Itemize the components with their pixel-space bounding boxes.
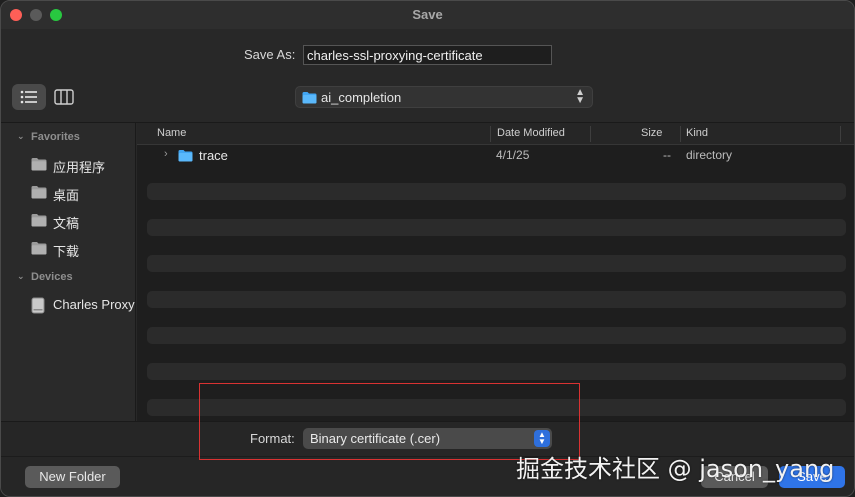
file-size: --: [663, 148, 671, 162]
sidebar-item-label: 文稿: [53, 216, 80, 231]
column-view-icon: [54, 89, 74, 105]
table-row[interactable]: › trace 4/1/25 -- directory: [147, 146, 846, 165]
empty-row-stripe: [147, 363, 846, 380]
column-header-kind[interactable]: Kind: [686, 127, 708, 139]
folder-icon: [178, 150, 193, 162]
disclosure-chevron-icon[interactable]: ›: [164, 148, 168, 160]
column-header-row: Name Date Modified Size Kind: [137, 123, 854, 145]
save-as-label: Save As:: [244, 47, 296, 62]
sidebar-item-label: 应用程序: [53, 160, 106, 175]
sidebar-item-label: 桌面: [53, 188, 80, 203]
devices-header[interactable]: ⌄ Devices: [17, 271, 73, 283]
new-folder-button[interactable]: New Folder: [25, 466, 120, 488]
empty-row-stripe: [147, 183, 846, 200]
column-divider[interactable]: [590, 126, 591, 142]
chevron-down-icon: ⌄: [17, 131, 25, 141]
save-dialog: Save Save As: ai_completion ▲▼ ⌄: [0, 0, 855, 497]
sidebar-item-applications[interactable]: 应用程序: [31, 155, 136, 175]
title-bar: Save: [1, 1, 854, 29]
folder-icon: [31, 214, 47, 227]
empty-row-stripe: [147, 255, 846, 272]
column-divider[interactable]: [490, 126, 491, 142]
sidebar-item-downloads[interactable]: 下载: [31, 239, 136, 259]
column-view-button[interactable]: [47, 84, 81, 110]
file-list: Name Date Modified Size Kind › trace 4/1…: [137, 123, 854, 421]
sidebar-item-charles-proxy[interactable]: Charles Proxy: [31, 295, 136, 315]
folder-icon: [31, 186, 47, 199]
column-header-size[interactable]: Size: [641, 127, 662, 139]
sidebar-item-desktop[interactable]: 桌面: [31, 183, 136, 203]
file-date: 4/1/25: [496, 148, 530, 162]
folder-icon: [31, 242, 47, 255]
location-popup[interactable]: ai_completion ▲ ▼: [295, 86, 593, 108]
location-label: ai_completion: [321, 90, 402, 105]
sidebar-item-label: Charles Proxy: [53, 297, 135, 312]
disk-icon: [31, 297, 45, 314]
save-as-input[interactable]: [303, 45, 552, 65]
column-divider[interactable]: [840, 126, 841, 142]
chevron-updown-icon: ▲ ▼: [575, 87, 585, 106]
column-header-date[interactable]: Date Modified: [497, 127, 565, 139]
file-name: trace: [199, 148, 228, 163]
list-view-button[interactable]: [12, 84, 46, 110]
window-title: Save: [412, 7, 443, 22]
sidebar-item-documents[interactable]: 文稿: [31, 211, 136, 231]
empty-row-stripe: [147, 327, 846, 344]
column-divider[interactable]: [680, 126, 681, 142]
folder-icon: [31, 158, 47, 171]
favorites-header[interactable]: ⌄ Favorites: [17, 131, 80, 143]
file-kind: directory: [686, 148, 733, 162]
chevron-down-icon: ⌄: [17, 271, 25, 281]
watermark: 掘金技术社区 @ jason_yang: [516, 455, 835, 483]
column-header-name[interactable]: Name: [157, 127, 186, 139]
sidebar-item-label: 下载: [53, 244, 80, 259]
folder-icon: [302, 92, 317, 104]
empty-row-stripe: [147, 219, 846, 236]
sidebar: ⌄ Favorites 应用程序 桌面 文稿 下载 ⌄ Devices Char…: [1, 123, 136, 421]
empty-row-stripe: [147, 291, 846, 308]
list-view-icon: [20, 90, 37, 104]
